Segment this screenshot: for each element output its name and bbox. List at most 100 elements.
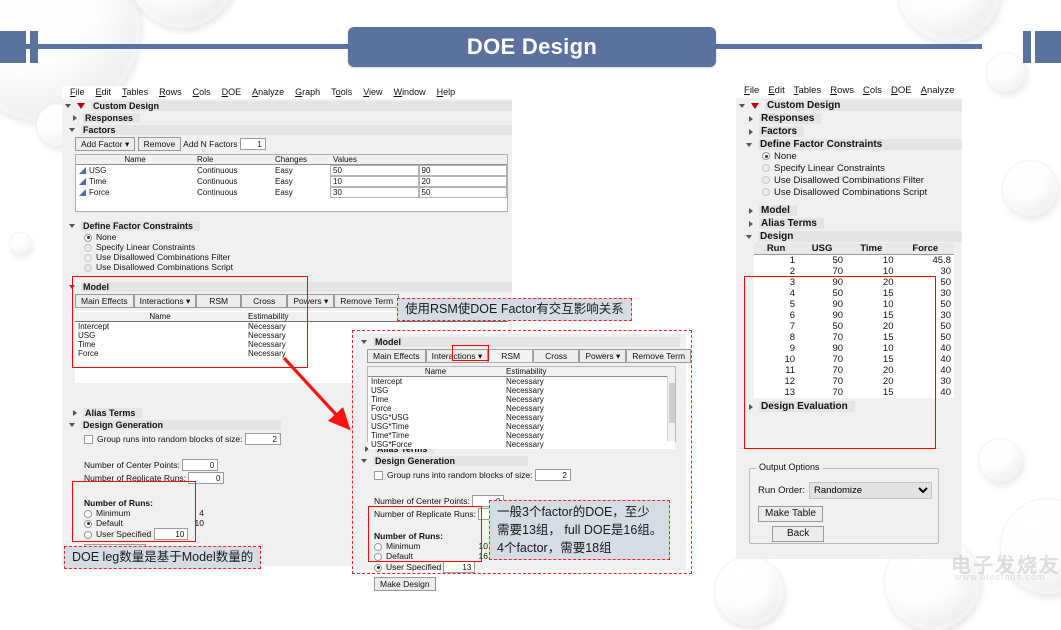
- runs-option-user-specified[interactable]: User Specified 10: [84, 528, 204, 540]
- menu-rows[interactable]: Rows: [159, 87, 182, 97]
- table-row[interactable]: 10 70 15 40: [754, 354, 954, 365]
- disclosure-open-icon[interactable]: [65, 104, 71, 108]
- table-row[interactable]: 9 90 10 40: [754, 343, 954, 354]
- radio-icon[interactable]: [374, 552, 382, 561]
- table-row[interactable]: Time Continuous Easy 10 20: [76, 176, 507, 187]
- factor-role-cell[interactable]: Continuous: [194, 176, 272, 187]
- make-design-button[interactable]: Make Design: [374, 577, 436, 591]
- menu-file[interactable]: File: [70, 87, 85, 97]
- radio-icon[interactable]: [762, 152, 770, 161]
- back-button[interactable]: Back: [772, 526, 825, 542]
- table-row[interactable]: USG Necessary: [368, 386, 675, 395]
- model-term-est[interactable]: Necessary: [503, 386, 675, 395]
- disclosure-closed-icon[interactable]: [749, 128, 753, 135]
- constraint-option-script[interactable]: Use Disallowed Combinations Script: [84, 262, 512, 272]
- table-row[interactable]: Force Continuous Easy 30 50: [76, 187, 507, 198]
- mid-section-design-generation[interactable]: Design Generation: [361, 456, 686, 466]
- group-runs-checkbox[interactable]: [374, 471, 383, 481]
- factor-role-cell[interactable]: Continuous: [194, 165, 272, 177]
- menu-doe[interactable]: DOE: [222, 87, 242, 97]
- factor-high-value[interactable]: 90: [418, 165, 507, 176]
- table-row[interactable]: 1 50 10 45.8: [754, 255, 954, 266]
- right-section-design[interactable]: Design: [746, 231, 962, 242]
- left-section-model[interactable]: Model: [69, 282, 512, 292]
- constraint-option-filter[interactable]: Use Disallowed Combinations Filter: [762, 175, 962, 187]
- model-term-est[interactable]: Necessary: [503, 413, 675, 422]
- radio-icon[interactable]: [374, 563, 382, 572]
- factor-changes-cell[interactable]: Easy: [272, 187, 330, 198]
- factor-low-value[interactable]: 10: [330, 176, 419, 187]
- menu-tools[interactable]: Tools: [331, 87, 352, 97]
- menu-tables[interactable]: Tables: [122, 87, 148, 97]
- model-term-est[interactable]: Necessary: [245, 322, 508, 331]
- disclosure-open-icon[interactable]: [361, 340, 367, 344]
- menu-window[interactable]: Window: [394, 87, 426, 97]
- red-triangle-menu-icon[interactable]: [77, 103, 85, 109]
- disclosure-open-icon[interactable]: [361, 459, 367, 463]
- table-row[interactable]: 11 70 20 40: [754, 365, 954, 376]
- menu-tables[interactable]: Tables: [794, 85, 821, 96]
- table-row[interactable]: 12 70 20 30: [754, 376, 954, 387]
- table-row[interactable]: 3 90 20 50: [754, 277, 954, 288]
- runs-user-specified-input[interactable]: 10: [154, 528, 189, 540]
- disclosure-open-icon[interactable]: [69, 423, 75, 427]
- disclosure-closed-icon[interactable]: [749, 220, 753, 227]
- menu-edit[interactable]: Edit: [96, 87, 112, 97]
- radio-icon[interactable]: [762, 188, 770, 197]
- radio-icon[interactable]: [84, 243, 92, 252]
- menu-cols[interactable]: Cols: [863, 85, 882, 96]
- constraint-option-filter[interactable]: Use Disallowed Combinations Filter: [84, 252, 512, 262]
- table-row[interactable]: USG Continuous Easy 50 90: [76, 165, 507, 177]
- factor-changes-cell[interactable]: Easy: [272, 165, 330, 177]
- model-term-est[interactable]: Necessary: [503, 377, 675, 386]
- disclosure-closed-icon[interactable]: [73, 410, 77, 416]
- powers-button[interactable]: Powers ▾: [287, 294, 335, 308]
- disclosure-open-icon[interactable]: [739, 103, 745, 108]
- right-window-title-row[interactable]: Custom Design: [739, 100, 962, 111]
- rsm-button[interactable]: RSM: [196, 294, 242, 308]
- table-row[interactable]: 8 70 15 50: [754, 332, 954, 343]
- table-row[interactable]: Intercept Necessary: [368, 377, 675, 386]
- table-row[interactable]: USG*Time Necessary: [368, 422, 675, 431]
- model-term-est[interactable]: Necessary: [503, 395, 675, 404]
- disclosure-open-icon[interactable]: [746, 142, 752, 147]
- disclosure-closed-icon[interactable]: [749, 403, 753, 410]
- mid-section-model[interactable]: Model: [361, 337, 686, 347]
- center-points-input[interactable]: 0: [182, 459, 219, 471]
- add-factor-button[interactable]: Add Factor ▾: [75, 137, 136, 151]
- cross-button[interactable]: Cross: [533, 349, 580, 363]
- radio-icon[interactable]: [374, 542, 382, 551]
- model-term-est[interactable]: Necessary: [503, 404, 675, 413]
- disclosure-open-icon[interactable]: [746, 234, 752, 239]
- right-section-constraints[interactable]: Define Factor Constraints: [746, 139, 962, 150]
- table-row[interactable]: 13 70 15 40: [754, 387, 954, 398]
- run-order-select[interactable]: Randomize: [809, 482, 932, 499]
- right-section-factors[interactable]: Factors: [749, 126, 962, 137]
- runs-option-default[interactable]: Default 10: [84, 518, 204, 528]
- factor-role-cell[interactable]: Continuous: [194, 187, 272, 198]
- interactions-button[interactable]: Interactions ▾: [425, 349, 489, 363]
- table-row[interactable]: USG*Force Necessary: [368, 440, 675, 449]
- table-row[interactable]: Time*Time Necessary: [368, 431, 675, 440]
- radio-icon[interactable]: [84, 263, 92, 272]
- remove-term-button[interactable]: Remove Term: [626, 349, 692, 363]
- runs-option-minimum[interactable]: Minimum 10: [374, 541, 488, 551]
- model-list-scrollbar[interactable]: [667, 376, 675, 441]
- disclosure-open-icon[interactable]: [69, 285, 75, 289]
- remove-factor-button[interactable]: Remove: [137, 137, 182, 151]
- runs-user-specified-input[interactable]: 13: [443, 561, 476, 573]
- red-triangle-menu-icon[interactable]: [751, 102, 759, 109]
- factor-changes-cell[interactable]: Easy: [272, 176, 330, 187]
- table-row[interactable]: Intercept Necessary: [75, 322, 508, 331]
- remove-term-button[interactable]: Remove Term: [334, 294, 400, 308]
- radio-icon[interactable]: [762, 164, 770, 173]
- left-window-title-row[interactable]: Custom Design: [65, 101, 512, 111]
- block-size-input[interactable]: 2: [244, 433, 281, 445]
- radio-icon[interactable]: [84, 530, 92, 539]
- table-row[interactable]: USG*USG Necessary: [368, 413, 675, 422]
- main-effects-button[interactable]: Main Effects: [75, 294, 134, 308]
- radio-icon[interactable]: [84, 509, 92, 518]
- table-row[interactable]: Time Necessary: [368, 395, 675, 404]
- left-section-factors[interactable]: Factors: [69, 125, 512, 135]
- constraint-option-linear[interactable]: Specify Linear Constraints: [84, 242, 512, 252]
